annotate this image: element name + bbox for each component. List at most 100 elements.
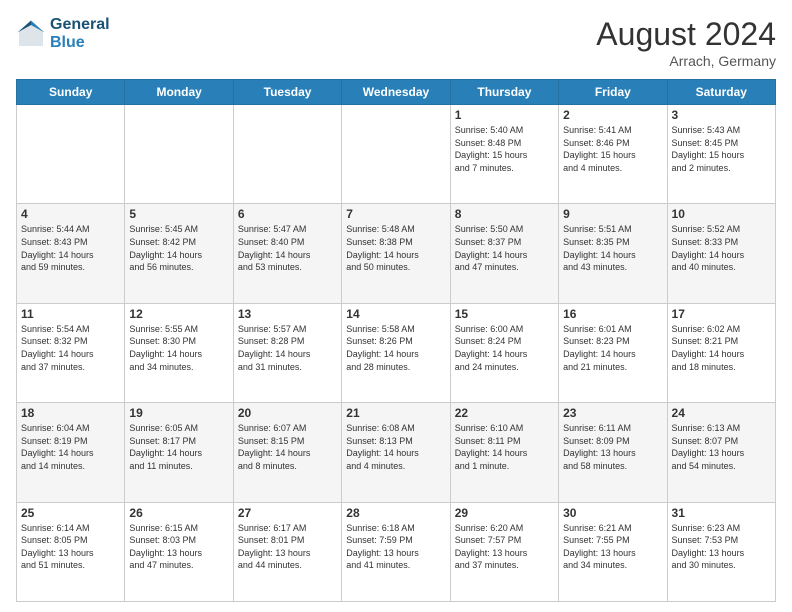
day-info: Sunrise: 5:57 AM Sunset: 8:28 PM Dayligh… — [238, 323, 337, 373]
weekday-header-row: SundayMondayTuesdayWednesdayThursdayFrid… — [17, 80, 776, 105]
day-info: Sunrise: 5:43 AM Sunset: 8:45 PM Dayligh… — [672, 124, 771, 174]
day-number: 7 — [346, 207, 445, 221]
weekday-header-wednesday: Wednesday — [342, 80, 450, 105]
day-info: Sunrise: 5:54 AM Sunset: 8:32 PM Dayligh… — [21, 323, 120, 373]
day-number: 1 — [455, 108, 554, 122]
day-number: 29 — [455, 506, 554, 520]
week-row-1: 1 Sunrise: 5:40 AM Sunset: 8:48 PM Daylig… — [17, 105, 776, 204]
calendar-cell: 15Sunrise: 6:00 AM Sunset: 8:24 PM Dayli… — [450, 303, 558, 402]
calendar-cell: 26Sunrise: 6:15 AM Sunset: 8:03 PM Dayli… — [125, 502, 233, 601]
calendar-cell: 7 Sunrise: 5:48 AM Sunset: 8:38 PM Daylig… — [342, 204, 450, 303]
day-number: 9 — [563, 207, 662, 221]
calendar-cell: 19 Sunrise: 6:05 AM Sunset: 8:17 PM Dayli… — [125, 403, 233, 502]
calendar-cell: 14 Sunrise: 5:58 AM Sunset: 8:26 PM Dayli… — [342, 303, 450, 402]
header: General Blue August 2024 Arrach, Germany — [16, 16, 776, 69]
calendar-cell: 24 Sunrise: 6:13 AM Sunset: 8:07 PM Dayli… — [667, 403, 775, 502]
day-info: Sunrise: 6:17 AM Sunset: 8:01 PM Dayligh… — [238, 522, 337, 572]
day-info: Sunrise: 6:05 AM Sunset: 8:17 PM Dayligh… — [129, 422, 228, 472]
day-info: Sunrise: 5:44 AM Sunset: 8:43 PM Dayligh… — [21, 223, 120, 273]
weekday-header-friday: Friday — [559, 80, 667, 105]
day-info: Sunrise: 6:02 AM Sunset: 8:21 PM Dayligh… — [672, 323, 771, 373]
day-info: Sunrise: 6:18 AM Sunset: 7:59 PM Dayligh… — [346, 522, 445, 572]
calendar-cell: 5 Sunrise: 5:45 AM Sunset: 8:42 PM Daylig… — [125, 204, 233, 303]
calendar-cell — [342, 105, 450, 204]
calendar-cell: 29Sunrise: 6:20 AM Sunset: 7:57 PM Dayli… — [450, 502, 558, 601]
day-info: Sunrise: 6:08 AM Sunset: 8:13 PM Dayligh… — [346, 422, 445, 472]
weekday-header-monday: Monday — [125, 80, 233, 105]
month-year: August 2024 — [596, 16, 776, 53]
calendar-cell: 30 Sunrise: 6:21 AM Sunset: 7:55 PM Dayli… — [559, 502, 667, 601]
day-info: Sunrise: 6:01 AM Sunset: 8:23 PM Dayligh… — [563, 323, 662, 373]
title-block: August 2024 Arrach, Germany — [596, 16, 776, 69]
logo-text: General Blue — [50, 16, 110, 51]
calendar-cell: 27Sunrise: 6:17 AM Sunset: 8:01 PM Dayli… — [233, 502, 341, 601]
day-info: Sunrise: 5:52 AM Sunset: 8:33 PM Dayligh… — [672, 223, 771, 273]
day-number: 5 — [129, 207, 228, 221]
day-number: 23 — [563, 406, 662, 420]
calendar-cell: 21Sunrise: 6:08 AM Sunset: 8:13 PM Dayli… — [342, 403, 450, 502]
day-number: 16 — [563, 307, 662, 321]
day-info: Sunrise: 6:23 AM Sunset: 7:53 PM Dayligh… — [672, 522, 771, 572]
day-number: 31 — [672, 506, 771, 520]
day-info: Sunrise: 6:07 AM Sunset: 8:15 PM Dayligh… — [238, 422, 337, 472]
day-number: 13 — [238, 307, 337, 321]
day-info: Sunrise: 6:14 AM Sunset: 8:05 PM Dayligh… — [21, 522, 120, 572]
weekday-header-sunday: Sunday — [17, 80, 125, 105]
day-info: Sunrise: 5:55 AM Sunset: 8:30 PM Dayligh… — [129, 323, 228, 373]
day-number: 17 — [672, 307, 771, 321]
day-info: Sunrise: 6:13 AM Sunset: 8:07 PM Dayligh… — [672, 422, 771, 472]
calendar-cell: 9Sunrise: 5:51 AM Sunset: 8:35 PM Daylig… — [559, 204, 667, 303]
day-info: Sunrise: 5:48 AM Sunset: 8:38 PM Dayligh… — [346, 223, 445, 273]
calendar-cell — [125, 105, 233, 204]
day-number: 24 — [672, 406, 771, 420]
week-row-3: 11 Sunrise: 5:54 AM Sunset: 8:32 PM Dayli… — [17, 303, 776, 402]
calendar-cell: 11 Sunrise: 5:54 AM Sunset: 8:32 PM Dayli… — [17, 303, 125, 402]
calendar-cell: 18Sunrise: 6:04 AM Sunset: 8:19 PM Dayli… — [17, 403, 125, 502]
calendar-cell: 3 Sunrise: 5:43 AM Sunset: 8:45 PM Daylig… — [667, 105, 775, 204]
calendar-cell: 12 Sunrise: 5:55 AM Sunset: 8:30 PM Dayli… — [125, 303, 233, 402]
day-info: Sunrise: 5:41 AM Sunset: 8:46 PM Dayligh… — [563, 124, 662, 174]
calendar-cell: 31 Sunrise: 6:23 AM Sunset: 7:53 PM Dayli… — [667, 502, 775, 601]
day-number: 11 — [21, 307, 120, 321]
day-number: 12 — [129, 307, 228, 321]
day-info: Sunrise: 6:15 AM Sunset: 8:03 PM Dayligh… — [129, 522, 228, 572]
calendar-table: SundayMondayTuesdayWednesdayThursdayFrid… — [16, 79, 776, 602]
calendar-cell — [233, 105, 341, 204]
day-info: Sunrise: 5:40 AM Sunset: 8:48 PM Dayligh… — [455, 124, 554, 174]
day-number: 3 — [672, 108, 771, 122]
logo: General Blue — [16, 16, 110, 51]
weekday-header-tuesday: Tuesday — [233, 80, 341, 105]
calendar-cell: 1 Sunrise: 5:40 AM Sunset: 8:48 PM Daylig… — [450, 105, 558, 204]
day-info: Sunrise: 5:58 AM Sunset: 8:26 PM Dayligh… — [346, 323, 445, 373]
calendar-cell — [17, 105, 125, 204]
calendar-cell: 10 Sunrise: 5:52 AM Sunset: 8:33 PM Dayli… — [667, 204, 775, 303]
day-number: 20 — [238, 406, 337, 420]
day-number: 18 — [21, 406, 120, 420]
calendar-cell: 6Sunrise: 5:47 AM Sunset: 8:40 PM Daylig… — [233, 204, 341, 303]
day-info: Sunrise: 6:00 AM Sunset: 8:24 PM Dayligh… — [455, 323, 554, 373]
day-info: Sunrise: 6:10 AM Sunset: 8:11 PM Dayligh… — [455, 422, 554, 472]
calendar-cell: 28 Sunrise: 6:18 AM Sunset: 7:59 PM Dayli… — [342, 502, 450, 601]
calendar-cell: 13 Sunrise: 5:57 AM Sunset: 8:28 PM Dayli… — [233, 303, 341, 402]
day-info: Sunrise: 6:21 AM Sunset: 7:55 PM Dayligh… — [563, 522, 662, 572]
weekday-header-thursday: Thursday — [450, 80, 558, 105]
day-info: Sunrise: 6:11 AM Sunset: 8:09 PM Dayligh… — [563, 422, 662, 472]
day-number: 10 — [672, 207, 771, 221]
week-row-4: 18Sunrise: 6:04 AM Sunset: 8:19 PM Dayli… — [17, 403, 776, 502]
page: General Blue August 2024 Arrach, Germany… — [0, 0, 792, 612]
calendar-cell: 4Sunrise: 5:44 AM Sunset: 8:43 PM Daylig… — [17, 204, 125, 303]
logo-icon — [16, 19, 46, 49]
calendar-cell: 8Sunrise: 5:50 AM Sunset: 8:37 PM Daylig… — [450, 204, 558, 303]
day-info: Sunrise: 5:50 AM Sunset: 8:37 PM Dayligh… — [455, 223, 554, 273]
week-row-2: 4Sunrise: 5:44 AM Sunset: 8:43 PM Daylig… — [17, 204, 776, 303]
day-number: 14 — [346, 307, 445, 321]
day-number: 19 — [129, 406, 228, 420]
day-number: 28 — [346, 506, 445, 520]
calendar-cell: 25Sunrise: 6:14 AM Sunset: 8:05 PM Dayli… — [17, 502, 125, 601]
day-info: Sunrise: 5:45 AM Sunset: 8:42 PM Dayligh… — [129, 223, 228, 273]
calendar-cell: 2Sunrise: 5:41 AM Sunset: 8:46 PM Daylig… — [559, 105, 667, 204]
day-number: 22 — [455, 406, 554, 420]
location: Arrach, Germany — [596, 53, 776, 69]
day-number: 30 — [563, 506, 662, 520]
day-info: Sunrise: 5:47 AM Sunset: 8:40 PM Dayligh… — [238, 223, 337, 273]
